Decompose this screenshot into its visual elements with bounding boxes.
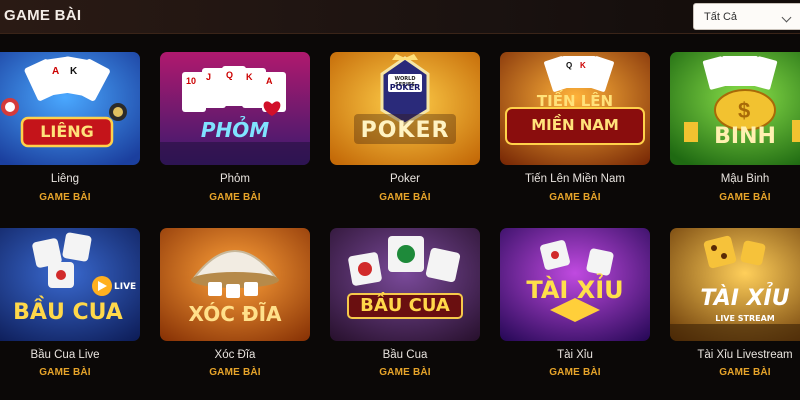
category-filter-select[interactable]: Tất Cả [693,3,800,30]
svg-text:K: K [70,66,78,77]
game-logo-text: XÓC ĐĨA [188,302,282,326]
game-name[interactable]: Liêng [0,173,140,185]
game-category: GAME BÀI [209,367,261,378]
playing-cards-icon: Q K [544,56,614,92]
game-thumbnail[interactable] [670,228,800,341]
game-category: GAME BÀI [209,192,261,203]
svg-text:$: $ [738,98,750,123]
game-logo-text-2: MIỀN NAM [531,116,619,134]
svg-text:J: J [206,72,211,82]
svg-text:A: A [266,76,273,86]
game-category: GAME BÀI [719,367,771,378]
chevron-down-icon [781,12,792,23]
game-name[interactable]: Tiến Lên Miền Nam [500,173,650,185]
game-name[interactable]: Bầu Cua Live [0,349,140,361]
game-logo-text: LIÊNG [40,122,94,141]
game-logo-text: BẦU CUA [13,300,123,325]
filter-selected-value: Tất Cả [704,11,738,23]
game-name[interactable]: Xóc Đĩa [160,349,310,361]
game-category: GAME BÀI [379,192,431,203]
game-category: GAME BÀI [39,367,91,378]
game-thumbnail[interactable] [330,228,480,341]
game-category: GAME BÀI [39,192,91,203]
svg-text:Q: Q [566,61,572,70]
section-header: GAME BÀI Tất Cả [0,0,800,34]
svg-text:A: A [52,66,59,77]
svg-text:K: K [580,61,586,70]
game-logo-text-2: LIVE STREAM [715,314,775,323]
game-name[interactable]: Phỏm [160,173,310,185]
game-logo-text: TIẾN LÊN [536,92,614,110]
game-logo-text: POKER [360,118,450,143]
svg-text:K: K [246,72,253,82]
game-logo-text: BINH [714,124,776,149]
game-name[interactable]: Bầu Cua [330,349,480,361]
game-name[interactable]: Tài Xỉu [500,349,650,361]
game-name[interactable]: Poker [330,173,480,185]
game-thumbnail[interactable] [330,52,480,165]
logo-subtitle-2: POKER [389,83,421,92]
game-category: GAME BÀI [549,192,601,203]
svg-text:10: 10 [186,76,196,86]
game-category: GAME BÀI [549,367,601,378]
svg-text:Q: Q [226,70,233,80]
game-name[interactable]: Mậu Binh [670,173,800,185]
game-thumbnail[interactable]: 10 J Q K A [160,52,310,165]
live-badge: LIVE [114,282,137,292]
game-logo-text: BẦU CUA [360,295,450,316]
game-logo-text: PHỎM [200,118,270,142]
game-thumbnail[interactable]: A K [0,52,140,165]
game-category: GAME BÀI [379,367,431,378]
game-name[interactable]: Tài Xỉu Livestream [670,349,800,361]
section-title: GAME BÀI [4,7,82,24]
game-logo-text: TÀI XỈU [526,276,624,304]
game-category: GAME BÀI [719,192,771,203]
game-logo-text: TÀI XỈU [700,286,790,311]
